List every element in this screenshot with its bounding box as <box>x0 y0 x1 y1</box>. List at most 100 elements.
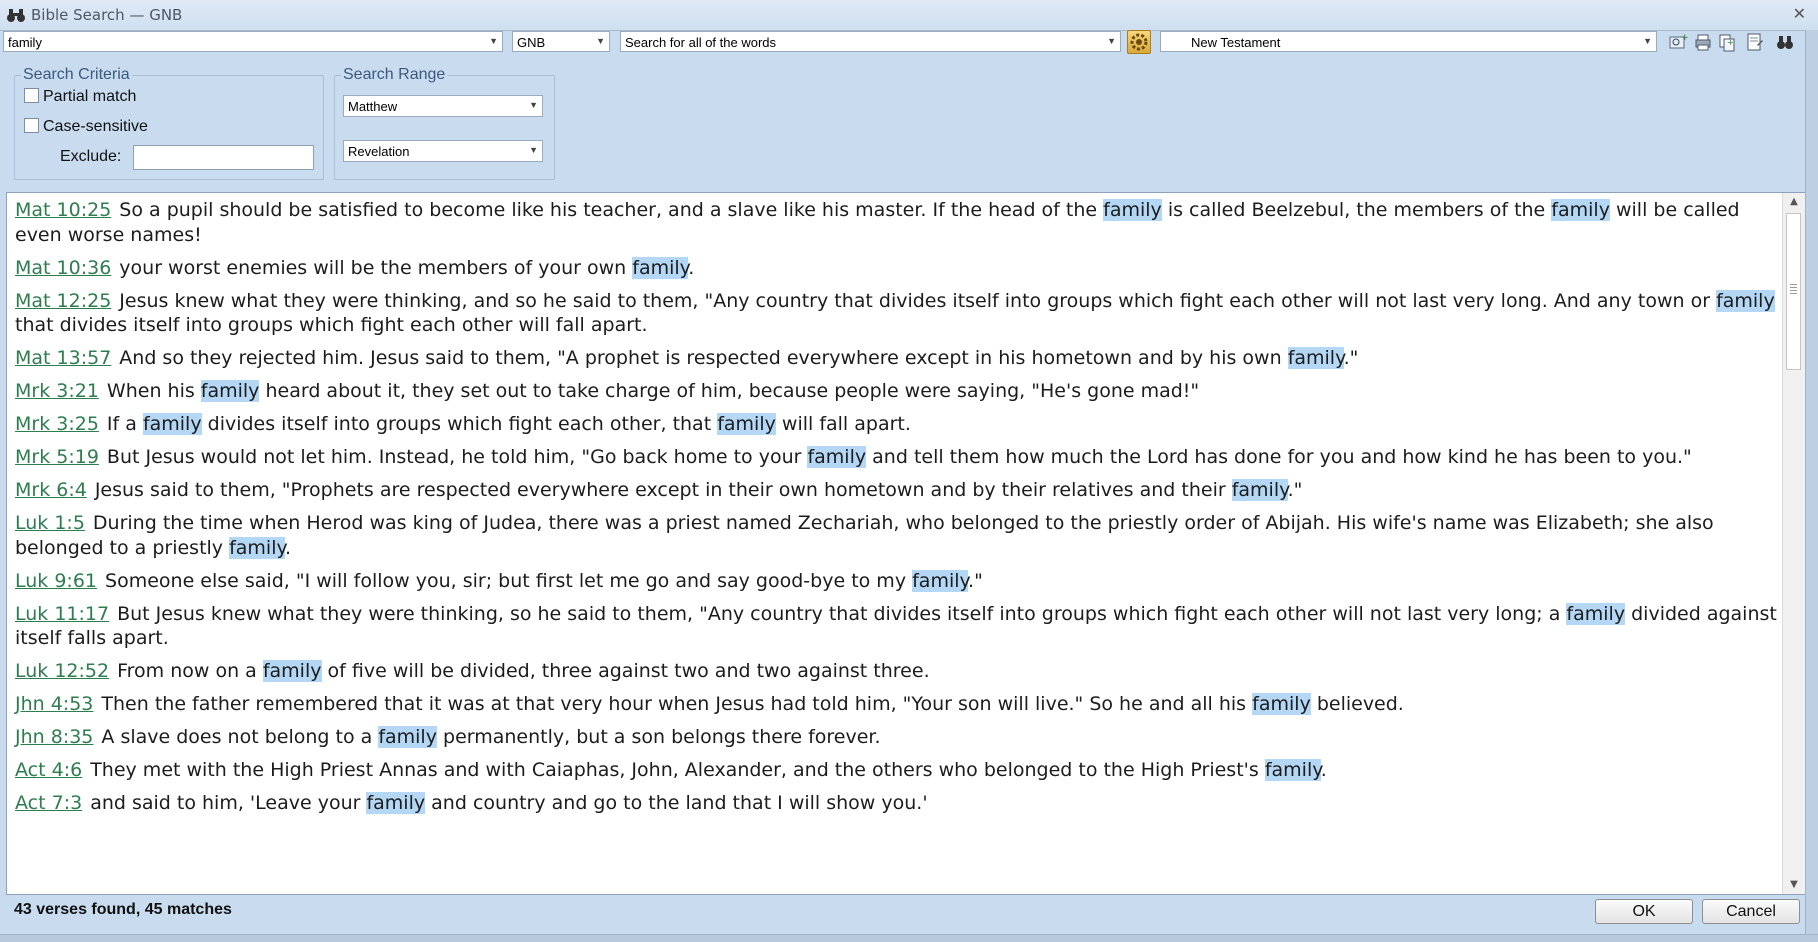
verse-text: ." <box>968 569 983 592</box>
range-value: New Testament <box>1191 35 1281 50</box>
copy-button[interactable]: + <box>1716 31 1738 53</box>
copy-icon: + <box>1719 34 1735 52</box>
settings-button[interactable] <box>1127 30 1151 54</box>
verse-text: But Jesus knew what they were thinking, … <box>117 602 1567 625</box>
search-range-group: Search Range <box>334 66 555 180</box>
verse-ref-link[interactable]: Jhn 4:53 <box>15 693 93 715</box>
version-combo[interactable]: GNB ▼ <box>512 31 610 52</box>
scroll-thumb[interactable] <box>1786 213 1801 370</box>
search-text-combo[interactable]: family ▼ <box>3 31 503 52</box>
match-highlight: family <box>632 256 689 279</box>
verse-text: believed. <box>1310 693 1404 715</box>
match-highlight: family <box>1231 479 1288 501</box>
search-range-legend: Search Range <box>343 66 446 83</box>
verse-ref-link[interactable]: Mrk 3:21 <box>15 380 99 402</box>
scroll-down-icon[interactable]: ▼ <box>1783 876 1805 894</box>
scroll-up-icon[interactable]: ▲ <box>1783 193 1805 211</box>
verse-row: Mat 12:25 Jesus knew what they were think… <box>15 289 1783 338</box>
verse-ref-link[interactable]: Luk 1:5 <box>15 512 85 534</box>
verse-row: Mat 10:25 So a pupil should be satisfied … <box>15 198 1783 247</box>
search-mode-combo[interactable]: Search for all of the words ▼ <box>620 31 1121 52</box>
verse-ref-link[interactable]: Mrk 6:4 <box>15 479 87 501</box>
verse-text: A slave does not belong to a <box>101 726 379 748</box>
results-pane[interactable]: Mat 10:25 So a pupil should be satisfied … <box>6 192 1806 895</box>
chevron-down-icon[interactable]: ▼ <box>529 145 538 155</box>
partial-match-label: Partial match <box>43 88 137 105</box>
window-title: Bible Search — GNB <box>31 6 183 24</box>
match-highlight: family <box>1551 199 1610 221</box>
verse-text: They met with the High Priest Annas and … <box>90 759 1265 781</box>
checkbox-box[interactable] <box>24 118 39 133</box>
match-highlight: family <box>1103 199 1162 221</box>
verse-row: Mat 13:57 And so they rejected him. Jesus… <box>15 346 1783 371</box>
case-sensitive-label: Case-sensitive <box>43 118 148 135</box>
verse-row: Mrk 5:19 But Jesus would not let him. Ins… <box>15 445 1783 470</box>
verse-text: that divides itself into groups which fi… <box>15 314 648 336</box>
verse-text: will fall apart. <box>775 413 911 435</box>
range-from-value: Matthew <box>348 99 398 114</box>
search-mode-value: Search for all of the words <box>625 35 777 50</box>
print-button[interactable] <box>1692 31 1714 53</box>
verse-ref-link[interactable]: Luk 12:52 <box>15 660 109 682</box>
verse-ref-link[interactable]: Jhn 8:35 <box>15 726 93 748</box>
verse-text: When his <box>106 380 201 402</box>
match-highlight: family <box>1566 602 1626 625</box>
verse-list: Mat 10:25 So a pupil should be satisfied … <box>15 193 1783 824</box>
verse-ref-link[interactable]: Mat 10:36 <box>15 257 111 279</box>
verse-text: But Jesus would not let him. Instead, he… <box>106 446 808 468</box>
range-to-combo[interactable]: Revelation ▼ <box>343 140 543 162</box>
chevron-down-icon[interactable]: ▼ <box>1107 36 1116 46</box>
verse-row: Act 4:6 They met with the High Priest Ann… <box>15 758 1783 783</box>
verse-ref-link[interactable]: Luk 11:17 <box>15 603 109 625</box>
range-from-combo[interactable]: Matthew ▼ <box>343 95 543 117</box>
verse-text: ." <box>1287 479 1303 501</box>
match-highlight: family <box>229 536 286 559</box>
export-button[interactable] <box>1744 31 1766 53</box>
exclude-input[interactable] <box>133 145 314 170</box>
vertical-scrollbar[interactable]: ▲ ▼ <box>1782 193 1805 894</box>
export-icon <box>1747 33 1763 51</box>
close-icon[interactable]: ✕ <box>1793 4 1806 23</box>
partial-match-checkbox[interactable]: Partial match <box>24 88 136 106</box>
chevron-down-icon[interactable]: ▼ <box>596 36 605 46</box>
verse-ref-link[interactable]: Mrk 3:25 <box>15 413 99 435</box>
verse-ref-link[interactable]: Act 4:6 <box>15 759 82 781</box>
verse-ref-link[interactable]: Luk 9:61 <box>15 570 97 592</box>
search-add-icon: + <box>1669 33 1689 49</box>
chevron-down-icon[interactable]: ▼ <box>1643 36 1652 46</box>
ok-button[interactable]: OK <box>1595 899 1693 924</box>
match-highlight: family <box>200 380 260 402</box>
verse-ref-link[interactable]: Mat 13:57 <box>15 347 111 369</box>
verse-ref-link[interactable]: Mat 12:25 <box>15 290 111 312</box>
range-to-value: Revelation <box>348 144 410 159</box>
verse-text: is called Beelzebul, the members of the <box>1161 199 1552 221</box>
verse-row: Mrk 3:21 When his family heard about it, … <box>15 379 1783 404</box>
cancel-button[interactable]: Cancel <box>1702 899 1800 924</box>
match-highlight: family <box>1716 289 1775 312</box>
verse-text: ." <box>1343 347 1359 369</box>
match-highlight: family <box>366 792 426 814</box>
verse-text: of five will be divided, three against t… <box>321 660 930 682</box>
checkbox-box[interactable] <box>24 88 39 103</box>
range-combo[interactable]: New Testament ▼ <box>1160 31 1657 52</box>
verse-text: heard about it, they set out to take cha… <box>259 380 1200 402</box>
case-sensitive-checkbox[interactable]: Case-sensitive <box>24 118 148 136</box>
verse-ref-link[interactable]: Mat 10:25 <box>15 199 111 221</box>
print-icon <box>1695 34 1711 51</box>
verse-text: And so they rejected him. Jesus said to … <box>119 347 1288 369</box>
verse-row: Luk 12:52 From now on a family of five wi… <box>15 659 1783 684</box>
match-highlight: family <box>262 660 322 682</box>
match-highlight: family <box>1287 347 1344 369</box>
verse-text: . <box>688 256 695 279</box>
binoculars-icon <box>1777 36 1793 49</box>
verse-ref-link[interactable]: Act 7:3 <box>15 792 82 814</box>
verse-text: permanently, but a son belongs there for… <box>436 726 881 748</box>
verse-ref-link[interactable]: Mrk 5:19 <box>15 446 99 468</box>
verse-text: and tell them how much the Lord has done… <box>866 446 1692 468</box>
chevron-down-icon[interactable]: ▼ <box>489 36 498 46</box>
add-search-button[interactable]: + <box>1667 31 1689 53</box>
find-button[interactable] <box>1774 31 1796 53</box>
verse-text: So a pupil should be satisfied to become… <box>119 199 1104 221</box>
chevron-down-icon[interactable]: ▼ <box>529 100 538 110</box>
match-highlight: family <box>1264 759 1321 781</box>
